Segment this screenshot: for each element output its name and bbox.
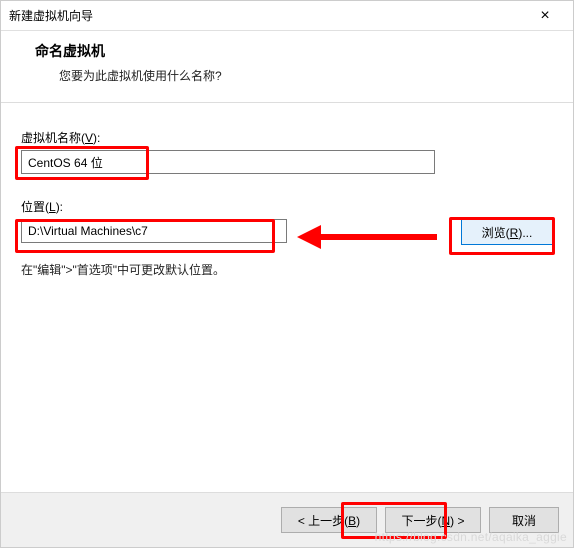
- wizard-footer: < 上一步(B) 下一步(N) > 取消: [1, 492, 573, 547]
- back-button[interactable]: < 上一步(B): [281, 507, 377, 533]
- page-subtitle: 您要为此虚拟机使用什么名称?: [35, 67, 557, 84]
- cancel-button[interactable]: 取消: [489, 507, 559, 533]
- wizard-body: 虚拟机名称(V): 位置(L): 浏览(R)... 在"编辑">"首选项"中可更…: [1, 103, 573, 288]
- browse-button[interactable]: 浏览(R)...: [461, 219, 553, 245]
- titlebar: 新建虚拟机向导 ×: [1, 1, 573, 31]
- vm-location-input[interactable]: [21, 219, 287, 243]
- wizard-header: 命名虚拟机 您要为此虚拟机使用什么名称?: [1, 31, 573, 103]
- window-title: 新建虚拟机向导: [9, 7, 525, 24]
- vm-location-label: 位置(L):: [21, 198, 553, 215]
- page-title: 命名虚拟机: [35, 41, 557, 61]
- next-button[interactable]: 下一步(N) >: [385, 507, 481, 533]
- vm-name-input[interactable]: [21, 150, 435, 174]
- vm-name-label: 虚拟机名称(V):: [21, 129, 553, 146]
- close-icon[interactable]: ×: [525, 7, 565, 25]
- location-hint: 在"编辑">"首选项"中可更改默认位置。: [21, 261, 553, 278]
